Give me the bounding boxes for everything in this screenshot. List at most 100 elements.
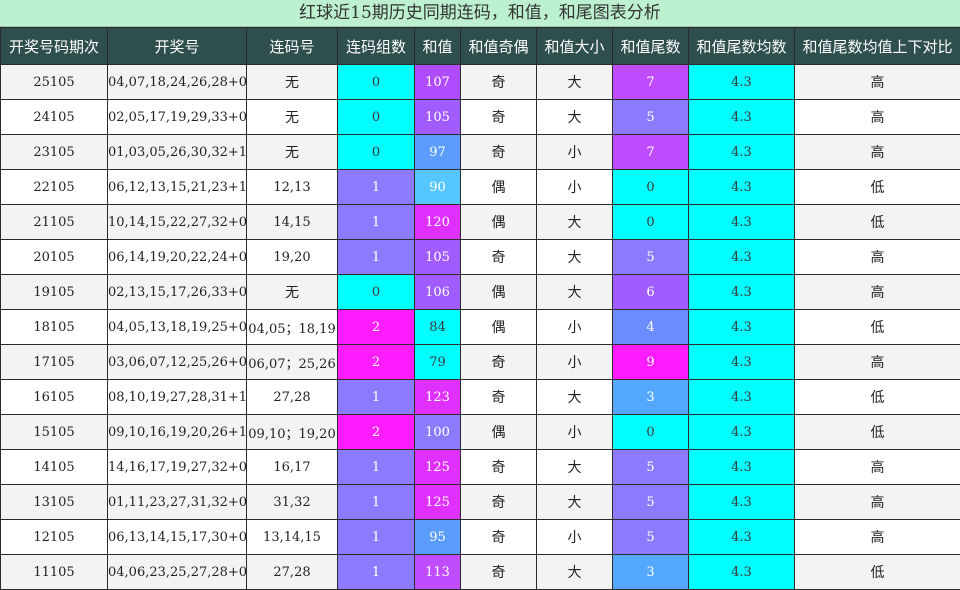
cell-comparison: 高 bbox=[794, 64, 960, 100]
cell-tail: 7 bbox=[612, 134, 689, 170]
cell-numbers: 01,03,05,26,30,32+16 bbox=[107, 134, 247, 170]
cell-period: 21105 bbox=[0, 204, 108, 240]
header-groups: 连码组数 bbox=[337, 27, 415, 65]
cell-groups: 2 bbox=[337, 414, 415, 450]
header-numbers: 开奖号 bbox=[107, 27, 247, 65]
cell-period: 18105 bbox=[0, 309, 108, 345]
cell-consecutive: 06,07；25,26 bbox=[246, 344, 338, 380]
cell-parity: 奇 bbox=[460, 64, 537, 100]
cell-size: 大 bbox=[536, 99, 613, 135]
cell-sum: 113 bbox=[414, 554, 461, 590]
cell-period: 12105 bbox=[0, 519, 108, 555]
cell-consecutive: 无 bbox=[246, 134, 338, 170]
table-row: 17105 03,06,07,12,25,26+07 06,07；25,26 2… bbox=[0, 344, 960, 380]
cell-tail: 4 bbox=[612, 309, 689, 345]
cell-sum: 90 bbox=[414, 169, 461, 205]
cell-sum: 95 bbox=[414, 519, 461, 555]
cell-tail: 5 bbox=[612, 484, 689, 520]
cell-period: 13105 bbox=[0, 484, 108, 520]
cell-parity: 奇 bbox=[460, 134, 537, 170]
cell-numbers: 02,05,17,19,29,33+04 bbox=[107, 99, 247, 135]
cell-size: 大 bbox=[536, 239, 613, 275]
cell-groups: 0 bbox=[337, 274, 415, 310]
cell-size: 大 bbox=[536, 484, 613, 520]
cell-groups: 1 bbox=[337, 169, 415, 205]
cell-tail: 0 bbox=[612, 414, 689, 450]
cell-numbers: 04,06,23,25,27,28+01 bbox=[107, 554, 247, 590]
cell-tail-average: 4.3 bbox=[688, 344, 795, 380]
cell-comparison: 高 bbox=[794, 449, 960, 485]
table-row: 24105 02,05,17,19,29,33+04 无 0 105 奇 大 5… bbox=[0, 99, 960, 135]
cell-comparison: 高 bbox=[794, 519, 960, 555]
cell-tail: 5 bbox=[612, 449, 689, 485]
cell-numbers: 09,10,16,19,20,26+12 bbox=[107, 414, 247, 450]
cell-groups: 1 bbox=[337, 519, 415, 555]
cell-period: 16105 bbox=[0, 379, 108, 415]
cell-sum: 125 bbox=[414, 449, 461, 485]
cell-numbers: 10,14,15,22,27,32+09 bbox=[107, 204, 247, 240]
cell-consecutive: 27,28 bbox=[246, 379, 338, 415]
cell-size: 大 bbox=[536, 554, 613, 590]
cell-period: 15105 bbox=[0, 414, 108, 450]
table-row: 16105 08,10,19,27,28,31+16 27,28 1 123 奇… bbox=[0, 379, 960, 415]
cell-groups: 2 bbox=[337, 309, 415, 345]
cell-numbers: 06,13,14,15,17,30+04 bbox=[107, 519, 247, 555]
cell-size: 小 bbox=[536, 414, 613, 450]
cell-sum: 100 bbox=[414, 414, 461, 450]
cell-parity: 奇 bbox=[460, 449, 537, 485]
cell-comparison: 低 bbox=[794, 309, 960, 345]
cell-sum: 84 bbox=[414, 309, 461, 345]
cell-comparison: 低 bbox=[794, 414, 960, 450]
cell-size: 大 bbox=[536, 379, 613, 415]
cell-comparison: 低 bbox=[794, 554, 960, 590]
table-row: 22105 06,12,13,15,21,23+15 12,13 1 90 偶 … bbox=[0, 169, 960, 205]
cell-sum: 105 bbox=[414, 99, 461, 135]
cell-consecutive: 04,05；18,19 bbox=[246, 309, 338, 345]
cell-size: 小 bbox=[536, 344, 613, 380]
cell-period: 24105 bbox=[0, 99, 108, 135]
cell-parity: 奇 bbox=[460, 344, 537, 380]
cell-parity: 奇 bbox=[460, 239, 537, 275]
cell-tail-average: 4.3 bbox=[688, 519, 795, 555]
cell-groups: 1 bbox=[337, 239, 415, 275]
cell-size: 小 bbox=[536, 519, 613, 555]
cell-numbers: 08,10,19,27,28,31+16 bbox=[107, 379, 247, 415]
cell-tail-average: 4.3 bbox=[688, 414, 795, 450]
cell-consecutive: 14,15 bbox=[246, 204, 338, 240]
header-consecutive: 连码号 bbox=[246, 27, 338, 65]
header-row: 开奖号码期次 开奖号 连码号 连码组数 和值 和值奇偶 和值大小 和值尾数 和值… bbox=[0, 27, 960, 65]
cell-numbers: 03,06,07,12,25,26+07 bbox=[107, 344, 247, 380]
cell-sum: 125 bbox=[414, 484, 461, 520]
cell-size: 大 bbox=[536, 449, 613, 485]
cell-sum: 123 bbox=[414, 379, 461, 415]
cell-period: 17105 bbox=[0, 344, 108, 380]
table-row: 23105 01,03,05,26,30,32+16 无 0 97 奇 小 7 … bbox=[0, 134, 960, 170]
cell-size: 小 bbox=[536, 309, 613, 345]
cell-size: 小 bbox=[536, 134, 613, 170]
cell-period: 22105 bbox=[0, 169, 108, 205]
cell-parity: 偶 bbox=[460, 309, 537, 345]
cell-tail: 5 bbox=[612, 239, 689, 275]
cell-groups: 1 bbox=[337, 449, 415, 485]
cell-consecutive: 19,20 bbox=[246, 239, 338, 275]
table-body: 25105 04,07,18,24,26,28+08 无 0 107 奇 大 7… bbox=[0, 64, 960, 590]
cell-size: 大 bbox=[536, 204, 613, 240]
cell-tail-average: 4.3 bbox=[688, 204, 795, 240]
cell-tail: 3 bbox=[612, 379, 689, 415]
cell-tail-average: 4.3 bbox=[688, 274, 795, 310]
table-row: 19105 02,13,15,17,26,33+01 无 0 106 偶 大 6… bbox=[0, 274, 960, 310]
cell-sum: 120 bbox=[414, 204, 461, 240]
cell-tail-average: 4.3 bbox=[688, 99, 795, 135]
cell-period: 20105 bbox=[0, 239, 108, 275]
cell-parity: 偶 bbox=[460, 204, 537, 240]
cell-period: 25105 bbox=[0, 64, 108, 100]
cell-parity: 偶 bbox=[460, 274, 537, 310]
cell-parity: 偶 bbox=[460, 169, 537, 205]
cell-period: 14105 bbox=[0, 449, 108, 485]
cell-tail-average: 4.3 bbox=[688, 484, 795, 520]
cell-sum: 97 bbox=[414, 134, 461, 170]
cell-sum: 105 bbox=[414, 239, 461, 275]
cell-tail-average: 4.3 bbox=[688, 64, 795, 100]
table-row: 20105 06,14,19,20,22,24+01 19,20 1 105 奇… bbox=[0, 239, 960, 275]
header-sum: 和值 bbox=[414, 27, 461, 65]
